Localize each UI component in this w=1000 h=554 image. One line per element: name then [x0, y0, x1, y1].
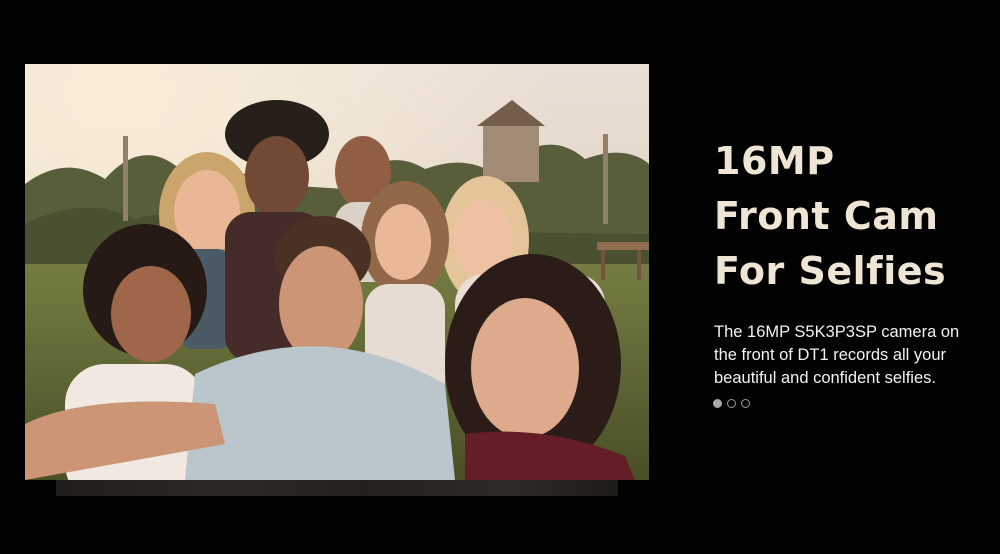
slide-pagination — [713, 399, 750, 408]
pagination-dot-3[interactable] — [741, 399, 750, 408]
product-slide: 16MP Front Cam For Selfies The 16MP S5K3… — [0, 0, 1000, 554]
photo-reflection — [56, 480, 618, 496]
group-selfie-photo — [25, 64, 649, 480]
pagination-dot-1[interactable] — [713, 399, 722, 408]
slide-headline: 16MP Front Cam For Selfies — [714, 134, 984, 299]
headline-line-3: For Selfies — [714, 249, 947, 293]
slide-copy: 16MP Front Cam For Selfies The 16MP S5K3… — [714, 134, 984, 390]
slide-description: The 16MP S5K3P3SP camera on the front of… — [714, 323, 960, 387]
headline-line-1: 16MP — [714, 139, 835, 183]
headline-line-2: Front Cam — [714, 194, 939, 238]
pagination-dot-2[interactable] — [727, 399, 736, 408]
selfie-illustration — [25, 64, 649, 480]
